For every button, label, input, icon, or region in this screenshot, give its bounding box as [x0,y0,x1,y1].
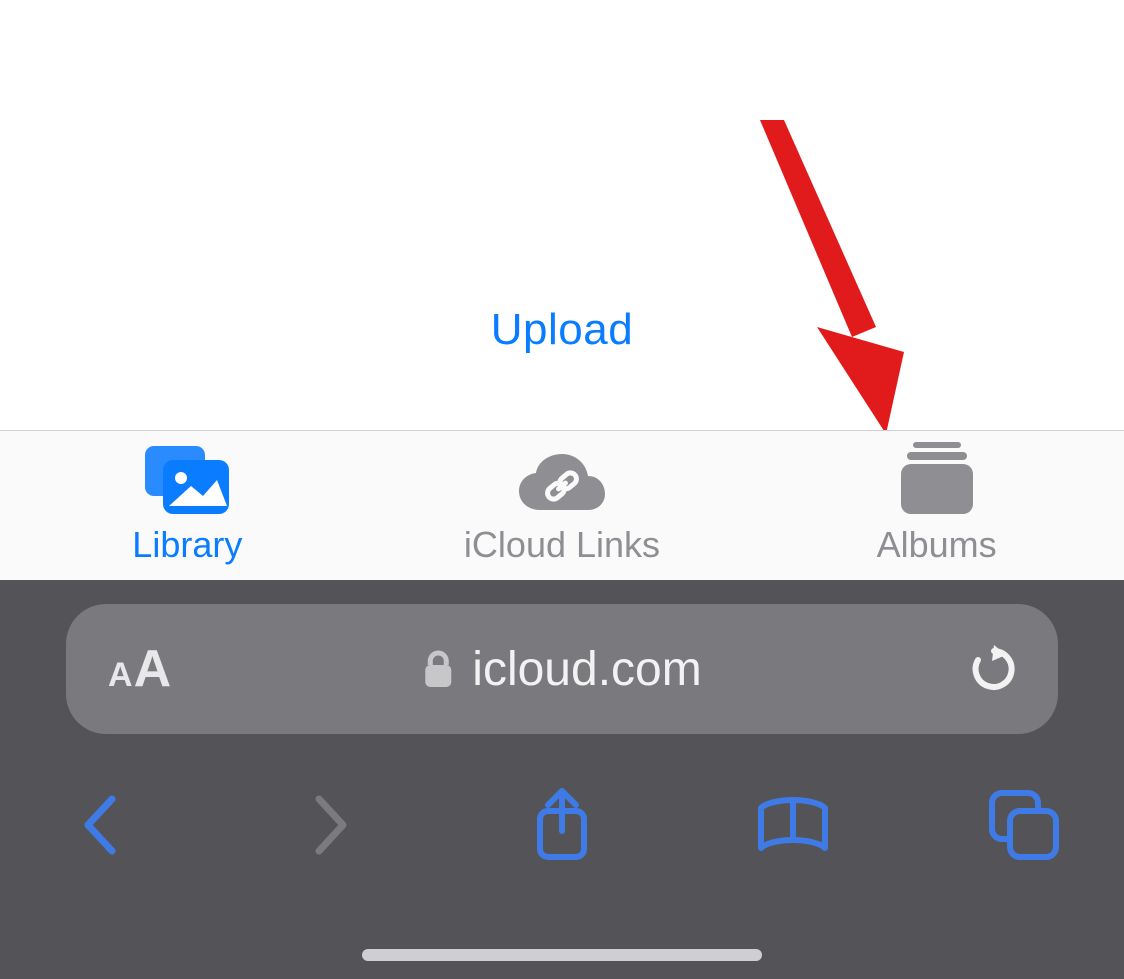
tab-albums-label: Albums [877,524,997,566]
tab-icloud-links-label: iCloud Links [464,524,660,566]
address-bar[interactable]: A A icloud.com [66,604,1058,734]
tabs-button[interactable] [979,789,1069,861]
reader-view-button[interactable]: A A [108,639,171,699]
tab-icloud-links[interactable]: iCloud Links [377,446,748,566]
albums-icon [899,446,975,514]
share-button[interactable] [517,787,607,863]
reload-button[interactable] [972,645,1016,693]
tab-albums[interactable]: Albums [751,446,1122,566]
forward-button[interactable] [286,793,376,857]
library-icon [145,446,229,514]
photos-content-area: Upload [0,0,1124,430]
upload-link[interactable]: Upload [491,305,633,355]
lock-icon [422,649,454,689]
safari-toolbar [0,770,1124,880]
text-size-small-a: A [108,656,133,695]
bookmarks-button[interactable] [748,794,838,856]
back-button[interactable] [55,793,145,857]
text-size-large-a: A [134,639,172,699]
tab-library-label: Library [132,524,242,566]
tab-library[interactable]: Library [2,446,373,566]
photos-tabbar: Library iCloud Links [0,430,1124,580]
cloud-link-icon [516,446,608,514]
address-domain: icloud.com [472,642,701,697]
home-indicator[interactable] [362,949,762,961]
safari-chrome: A A icloud.com [0,580,1124,979]
